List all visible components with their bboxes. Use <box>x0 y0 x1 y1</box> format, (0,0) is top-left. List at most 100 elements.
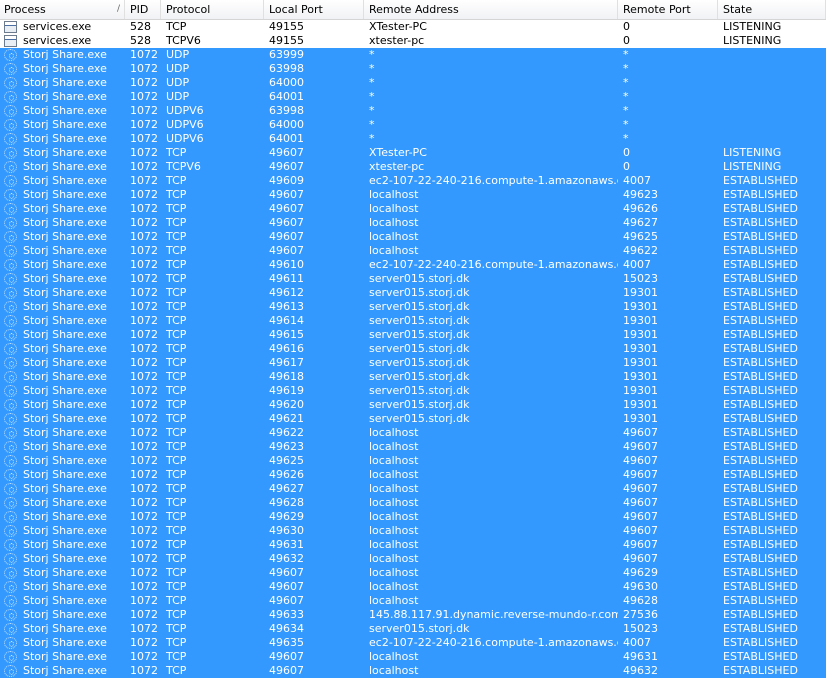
pid-cell: 1072 <box>130 104 158 117</box>
table-row[interactable]: Storj Share.exe 1072 UDPV6 64001 * * <box>0 132 826 146</box>
table-row[interactable]: Storj Share.exe 1072 UDPV6 63998 * * <box>0 104 826 118</box>
pid-cell: 1072 <box>130 76 158 89</box>
table-row[interactable]: Storj Share.exe 1072 TCP 49621 server015.sto… <box>0 412 826 426</box>
table-row[interactable]: Storj Share.exe 1072 TCP 49619 server015.sto… <box>0 384 826 398</box>
table-row[interactable]: Storj Share.exe 1072 TCP 49623 localhost 4960… <box>0 440 826 454</box>
table-row[interactable]: Storj Share.exe 1072 TCP 49620 server015.sto… <box>0 398 826 412</box>
state-cell: ESTABLISHED <box>723 594 798 607</box>
protocol-cell: TCP <box>166 230 187 243</box>
local-port-cell: 49627 <box>269 482 304 495</box>
process-cell: Storj Share.exe <box>0 426 125 440</box>
column-header-remote-address[interactable]: Remote Address <box>364 0 618 19</box>
process-name: Storj Share.exe <box>23 118 107 131</box>
table-row[interactable]: Storj Share.exe 1072 TCP 49610 ec2-107-22-24… <box>0 258 826 272</box>
table-row[interactable]: Storj Share.exe 1072 TCP 49626 localhost 4960… <box>0 468 826 482</box>
table-row[interactable]: Storj Share.exe 1072 TCP 49629 localhost 4960… <box>0 510 826 524</box>
remote-address-cell: localhost <box>369 188 419 201</box>
table-row[interactable]: Storj Share.exe 1072 UDPV6 64000 * * <box>0 118 826 132</box>
table-row[interactable]: Storj Share.exe 1072 TCP 49616 server015.sto… <box>0 342 826 356</box>
storj-share-icon <box>4 315 17 327</box>
remote-port-cell: 49607 <box>623 482 658 495</box>
table-row[interactable]: Storj Share.exe 1072 TCP 49634 server015.sto… <box>0 622 826 636</box>
table-row[interactable]: Storj Share.exe 1072 UDP 64000 * * <box>0 76 826 90</box>
table-row[interactable]: Storj Share.exe 1072 TCP 49615 server015.sto… <box>0 328 826 342</box>
table-row[interactable]: Storj Share.exe 1072 TCP 49607 localhost 4962… <box>0 188 826 202</box>
protocol-cell: TCP <box>166 482 187 495</box>
table-row[interactable]: Storj Share.exe 1072 TCP 49611 server015.sto… <box>0 272 826 286</box>
state-cell <box>718 48 826 62</box>
protocol-cell: TCP <box>166 510 187 523</box>
remote-port-cell: 27536 <box>623 608 658 621</box>
table-row[interactable]: Storj Share.exe 1072 TCP 49614 server015.sto… <box>0 314 826 328</box>
protocol-cell: TCP <box>166 636 187 649</box>
pid-cell: 1072 <box>130 552 158 565</box>
pid-cell: 1072 <box>130 454 158 467</box>
table-row[interactable]: Storj Share.exe 1072 TCP 49613 server015.sto… <box>0 300 826 314</box>
remote-address-cell: localhost <box>369 580 419 593</box>
column-header-label: Remote Address <box>369 3 459 16</box>
table-row[interactable]: Storj Share.exe 1072 TCP 49607 localhost 4962… <box>0 216 826 230</box>
process-name: Storj Share.exe <box>23 76 107 89</box>
process-cell: Storj Share.exe <box>0 538 125 552</box>
table-row[interactable]: Storj Share.exe 1072 TCP 49617 server015.sto… <box>0 356 826 370</box>
protocol-cell: TCP <box>166 370 187 383</box>
storj-share-icon <box>4 133 17 145</box>
table-row[interactable]: Storj Share.exe 1072 TCP 49607 localhost 4962… <box>0 202 826 216</box>
table-row[interactable]: Storj Share.exe 1072 TCP 49622 localhost 4960… <box>0 426 826 440</box>
table-row[interactable]: Storj Share.exe 1072 UDP 63998 * * <box>0 62 826 76</box>
process-cell: Storj Share.exe <box>0 258 125 272</box>
protocol-cell: TCP <box>166 440 187 453</box>
local-port-cell: 49630 <box>269 524 304 537</box>
table-row[interactable]: Storj Share.exe 1072 TCP 49607 localhost 4962… <box>0 566 826 580</box>
storj-share-icon <box>4 595 17 607</box>
table-row[interactable]: Storj Share.exe 1072 TCP 49627 localhost 4960… <box>0 482 826 496</box>
table-row[interactable]: Storj Share.exe 1072 TCPV6 49607 xtester-pc 0… <box>0 160 826 174</box>
column-header-process[interactable]: Process / <box>0 0 125 19</box>
storj-share-icon <box>4 287 17 299</box>
table-row[interactable]: Storj Share.exe 1072 TCP 49607 localhost 4963… <box>0 664 826 678</box>
table-row[interactable]: Storj Share.exe 1072 UDP 63999 * * <box>0 48 826 62</box>
table-row[interactable]: Storj Share.exe 1072 TCP 49625 localhost 4960… <box>0 454 826 468</box>
protocol-cell: TCP <box>166 342 187 355</box>
process-cell: Storj Share.exe <box>0 174 125 188</box>
protocol-cell: TCP <box>166 202 187 215</box>
table-row[interactable]: Storj Share.exe 1072 TCP 49609 ec2-107-22-24… <box>0 174 826 188</box>
table-row[interactable]: Storj Share.exe 1072 TCP 49631 localhost 4960… <box>0 538 826 552</box>
table-row[interactable]: services.exe 528 TCP 49155 XTester-PC 0 LISTEN… <box>0 20 826 34</box>
table-row[interactable]: Storj Share.exe 1072 TCP 49607 localhost 4963… <box>0 580 826 594</box>
remote-port-cell: 19301 <box>623 412 658 425</box>
process-cell: Storj Share.exe <box>0 216 125 230</box>
table-row[interactable]: Storj Share.exe 1072 TCP 49632 localhost 4960… <box>0 552 826 566</box>
process-cell: Storj Share.exe <box>0 510 125 524</box>
table-row[interactable]: Storj Share.exe 1072 TCP 49633 145.88.117.91… <box>0 608 826 622</box>
column-header-local-port[interactable]: Local Port <box>264 0 364 19</box>
table-row[interactable]: Storj Share.exe 1072 TCP 49630 localhost 4960… <box>0 524 826 538</box>
table-row[interactable]: Storj Share.exe 1072 TCP 49607 localhost 4963… <box>0 650 826 664</box>
remote-port-cell: 49607 <box>623 468 658 481</box>
process-name: Storj Share.exe <box>23 650 107 663</box>
table-row[interactable]: Storj Share.exe 1072 TCP 49607 localhost 4962… <box>0 594 826 608</box>
table-row[interactable]: Storj Share.exe 1072 TCP 49607 localhost 4962… <box>0 244 826 258</box>
table-row[interactable]: services.exe 528 TCPV6 49155 xtester-pc 0 LIST… <box>0 34 826 48</box>
state-cell: ESTABLISHED <box>723 664 798 677</box>
state-cell: ESTABLISHED <box>723 216 798 229</box>
local-port-cell: 49607 <box>269 202 304 215</box>
column-header-protocol[interactable]: Protocol <box>161 0 264 19</box>
connections-table: Process / PID Protocol Local Port Remote… <box>0 0 826 681</box>
table-row[interactable]: Storj Share.exe 1072 TCP 49618 server015.sto… <box>0 370 826 384</box>
table-row[interactable]: Storj Share.exe 1072 TCP 49607 XTester-PC 0 LI… <box>0 146 826 160</box>
process-name: Storj Share.exe <box>23 132 107 145</box>
remote-port-cell: * <box>623 62 629 75</box>
protocol-cell: TCP <box>166 286 187 299</box>
table-row[interactable]: Storj Share.exe 1072 TCP 49607 localhost 4962… <box>0 230 826 244</box>
table-row[interactable]: Storj Share.exe 1072 TCP 49628 localhost 4960… <box>0 496 826 510</box>
table-row[interactable]: Storj Share.exe 1072 TCP 49635 ec2-107-22-24… <box>0 636 826 650</box>
remote-address-cell: localhost <box>369 566 419 579</box>
column-header-pid[interactable]: PID <box>125 0 161 19</box>
column-header-remote-port[interactable]: Remote Port <box>618 0 718 19</box>
local-port-cell: 49607 <box>269 566 304 579</box>
table-row[interactable]: Storj Share.exe 1072 UDP 64001 * * <box>0 90 826 104</box>
storj-share-icon <box>4 77 17 89</box>
column-header-state[interactable]: State <box>718 0 826 19</box>
table-row[interactable]: Storj Share.exe 1072 TCP 49612 server015.sto… <box>0 286 826 300</box>
